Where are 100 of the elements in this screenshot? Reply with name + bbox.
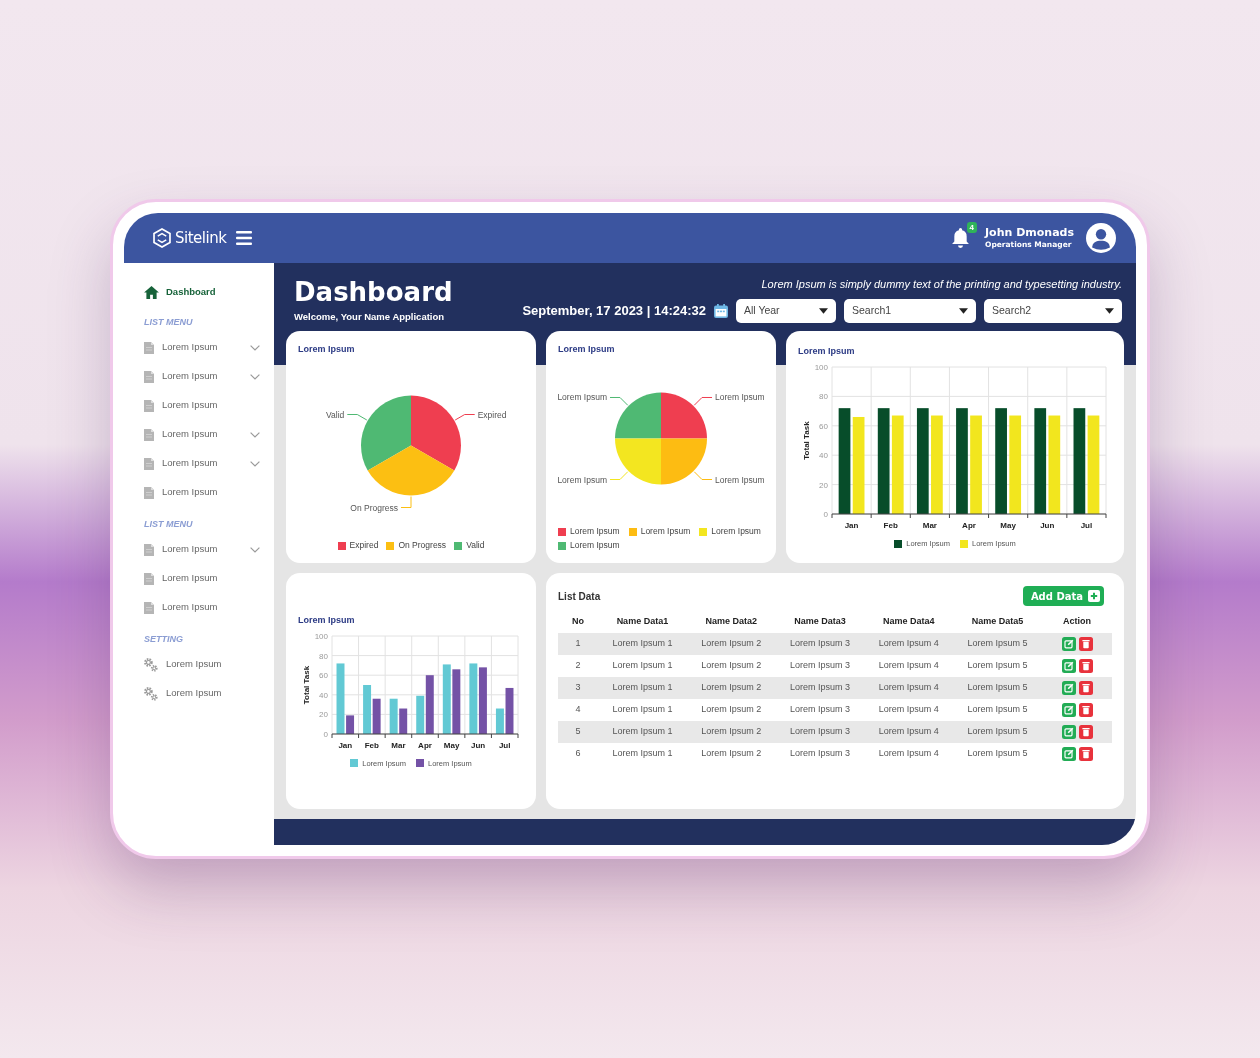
legend-label: Valid (466, 540, 485, 551)
card-title: List Data (558, 589, 601, 604)
table-cell-text: Lorem Ipsum 1 (611, 725, 674, 739)
tick-label: 60 (819, 421, 828, 431)
column-header: Name Data2 (704, 615, 758, 629)
tick-label: 40 (319, 690, 328, 700)
chevron-down-icon[interactable] (250, 373, 260, 380)
tick-label: 80 (819, 392, 828, 402)
gears-icon (144, 686, 158, 701)
axis-label: Apr (962, 521, 976, 530)
trash-icon[interactable] (1078, 703, 1093, 717)
table-cell-text: Lorem Ipsum 5 (966, 637, 1029, 651)
column-header: Name Data5 (970, 615, 1025, 629)
notification-badge: 4 (966, 222, 978, 233)
bell-icon[interactable] (952, 228, 970, 248)
table-cell-text: Lorem Ipsum 1 (611, 637, 674, 651)
calendar-icon[interactable] (714, 304, 728, 318)
sidebar-item[interactable]: Lorem Ipsum (144, 449, 260, 478)
chevron-down-icon[interactable] (250, 431, 260, 438)
sidebar-item[interactable]: Lorem Ipsum (144, 650, 260, 679)
tagline: Lorem Ipsum is simply dummy text of the printing and typesetting industry. (761, 277, 1122, 291)
leader-line (693, 397, 713, 406)
table-cell-text: Lorem Ipsum 3 (788, 747, 851, 761)
sidebar-item[interactable]: Lorem Ipsum (144, 593, 260, 622)
filter-dropdown[interactable]: Search2 (984, 299, 1122, 323)
table-cell-text: Lorem Ipsum 4 (877, 725, 940, 739)
table-cell-text: Lorem Ipsum 2 (700, 725, 763, 739)
trash-icon[interactable] (1078, 659, 1093, 673)
pencil-icon[interactable] (1061, 681, 1076, 695)
table-cell-text: Lorem Ipsum 2 (700, 747, 763, 761)
chevron-down-icon[interactable] (250, 546, 260, 553)
column-header: No (571, 615, 585, 629)
sidebar-item[interactable]: Lorem Ipsum (144, 391, 260, 420)
table-cell-text: Lorem Ipsum 5 (966, 659, 1029, 673)
avatar-icon[interactable] (1086, 223, 1116, 253)
bar (442, 663, 451, 734)
axis-title: Total Task (802, 421, 811, 460)
chevron-down-icon[interactable] (250, 460, 260, 467)
filter-dropdown[interactable]: Search1 (844, 299, 976, 323)
sidebar-item[interactable]: Lorem Ipsum (144, 478, 260, 507)
card-title: Lorem Ipsum (798, 345, 856, 357)
legend-label: Lorem Ipsum (711, 526, 761, 537)
sidebar-item[interactable]: Lorem Ipsum (144, 564, 260, 593)
document-icon (144, 486, 154, 499)
bar (372, 698, 381, 734)
chevron-down-icon[interactable] (250, 344, 260, 351)
table-cell-text: Lorem Ipsum 3 (788, 725, 851, 739)
tick-label: 40 (819, 451, 828, 461)
axis-label: Apr (418, 740, 432, 750)
table-cell-text: Lorem Ipsum 2 (700, 703, 763, 717)
slice-label: Lorem Ipsum (715, 392, 764, 403)
table-cell-text: 1 (574, 637, 582, 651)
bar (389, 698, 398, 734)
pencil-icon[interactable] (1061, 725, 1076, 739)
sidebar-item[interactable]: Lorem Ipsum (144, 333, 260, 362)
user-name: John Dmonads (985, 226, 1074, 240)
table-cell-text: 3 (574, 681, 582, 695)
slice-label: On Progress (350, 502, 398, 513)
tick-label: 0 (323, 729, 328, 739)
table-cell-text: Lorem Ipsum 4 (877, 703, 940, 717)
table-cell-text: Lorem Ipsum 5 (966, 681, 1029, 695)
slice-label: Lorem Ipsum (558, 474, 607, 485)
pencil-icon[interactable] (1061, 659, 1076, 673)
axis-label: Jun (1040, 521, 1055, 530)
document-icon (144, 457, 154, 470)
slice-label: Lorem Ipsum (715, 474, 764, 485)
tick-label: 100 (814, 363, 828, 372)
axis-label: Feb (364, 740, 379, 750)
leader-line (693, 471, 713, 480)
menu-icon[interactable] (236, 231, 253, 245)
trash-icon[interactable] (1078, 725, 1093, 739)
column-header: Name Data1 (615, 615, 670, 629)
tick-label: 80 (319, 651, 328, 661)
sidebar-item[interactable]: Lorem Ipsum (144, 535, 260, 564)
table-cell-text: Lorem Ipsum 1 (611, 703, 674, 717)
pencil-icon[interactable] (1061, 637, 1076, 651)
sidebar-item[interactable]: Lorem Ipsum (144, 420, 260, 449)
axis-label: Jul (498, 740, 511, 750)
sidebar-item[interactable]: Lorem Ipsum (144, 679, 260, 708)
table-cell-text: Lorem Ipsum 1 (611, 747, 674, 761)
trash-icon[interactable] (1078, 747, 1093, 761)
pencil-icon[interactable] (1061, 747, 1076, 761)
document-icon (144, 370, 154, 383)
leader-line (609, 471, 629, 480)
table-cell-text: Lorem Ipsum 2 (700, 681, 763, 695)
table-cell-text: Lorem Ipsum 4 (877, 637, 940, 651)
slice-label: Valid (326, 409, 345, 420)
pencil-icon[interactable] (1061, 703, 1076, 717)
trash-icon[interactable] (1078, 637, 1093, 651)
table-cell-text: Lorem Ipsum 5 (966, 725, 1029, 739)
axis-label: Jul (1080, 521, 1093, 530)
filter-dropdown[interactable]: All Year (736, 299, 836, 323)
sidebar-item[interactable]: Lorem Ipsum (144, 362, 260, 391)
slice-label: Expired (477, 409, 507, 420)
table-cell-text: Lorem Ipsum 5 (966, 747, 1029, 761)
table-cell-text: Lorem Ipsum 3 (788, 703, 851, 717)
page-subtitle: Welcome, Your Name Application (294, 311, 446, 323)
trash-icon[interactable] (1078, 681, 1093, 695)
slice-label: Lorem Ipsum (558, 392, 607, 403)
sidebar-item[interactable]: Dashboard (144, 279, 260, 305)
